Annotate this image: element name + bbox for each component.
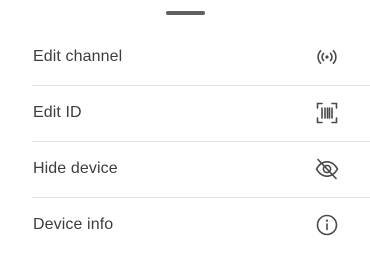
barcode-scan-icon [314,100,340,126]
menu-item-edit-channel[interactable]: Edit channel [0,29,370,85]
menu-item-label: Device info [33,216,114,233]
menu-item-device-info[interactable]: Device info [0,197,370,253]
menu-item-label: Edit ID [33,104,82,121]
eye-off-icon [314,156,340,182]
menu-item-hide-device[interactable]: Hide device [0,141,370,197]
info-icon [314,212,340,238]
drag-handle[interactable] [166,11,205,15]
action-menu: Edit channel Edit ID Hide device Device … [0,29,370,253]
menu-item-edit-id[interactable]: Edit ID [0,85,370,141]
menu-item-label: Edit channel [33,48,123,65]
broadcast-icon [314,44,340,70]
bottom-sheet: Edit channel Edit ID Hide device Device … [0,0,370,264]
menu-item-label: Hide device [33,160,118,177]
